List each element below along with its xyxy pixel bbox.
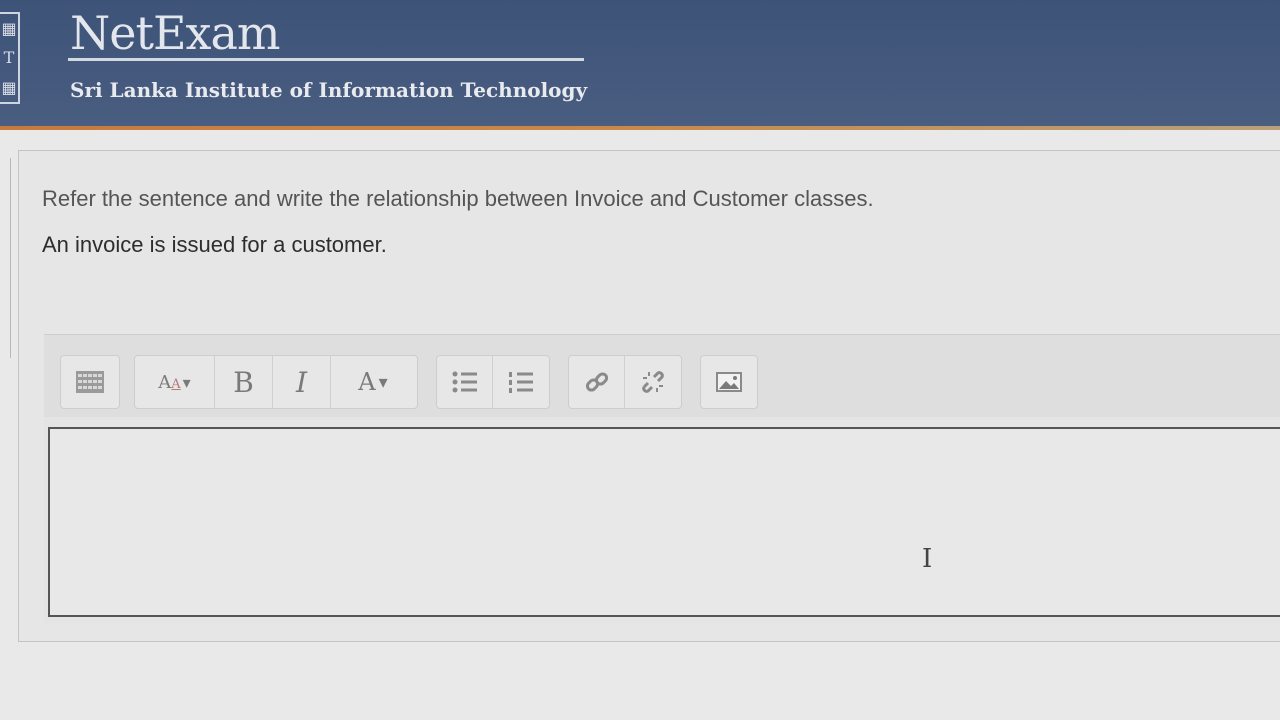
ordered-list-button[interactable] xyxy=(493,356,549,408)
logo-grid-icon: ▦ xyxy=(1,19,17,39)
brand-divider xyxy=(68,58,584,61)
font-size-label: A xyxy=(158,371,172,393)
answer-editor: AA ▾ B I A ▾ xyxy=(44,334,1280,623)
font-color-button[interactable]: A ▾ xyxy=(331,356,415,408)
brand-name: NetExam xyxy=(70,6,281,60)
link-icon xyxy=(585,372,608,392)
toggle-toolbar-group xyxy=(60,355,120,409)
logo-grid-icon: ▦ xyxy=(1,77,17,97)
link-button[interactable] xyxy=(569,356,625,408)
bold-icon: B xyxy=(233,365,254,399)
ordered-list-icon xyxy=(509,372,533,393)
bold-button[interactable]: B xyxy=(215,356,273,408)
link-group xyxy=(568,355,682,409)
chevron-down-icon: ▾ xyxy=(378,371,388,393)
left-panel-edge xyxy=(0,158,11,358)
font-size-icon: AA xyxy=(158,371,181,393)
logo: ▦ T ▦ xyxy=(0,12,20,104)
font-size-button[interactable]: AA ▾ xyxy=(135,356,215,408)
toggle-toolbar-icon xyxy=(76,371,104,393)
header-accent-rule xyxy=(0,126,1280,130)
font-color-icon: A xyxy=(358,368,376,396)
logo-letter: T xyxy=(3,48,15,68)
list-group xyxy=(436,355,550,409)
insert-image-button[interactable] xyxy=(701,356,757,408)
image-group xyxy=(700,355,758,409)
question-sentence: An invoice is issued for a customer. xyxy=(42,232,387,257)
unlink-icon xyxy=(642,371,664,393)
question-instruction: Refer the sentence and write the relatio… xyxy=(42,186,874,211)
image-icon xyxy=(716,372,742,392)
answer-text-area[interactable] xyxy=(48,427,1280,617)
italic-button[interactable]: I xyxy=(273,356,331,408)
site-header: ▦ T ▦ NetExam Sri Lanka Institute of Inf… xyxy=(0,0,1280,130)
unordered-list-icon xyxy=(452,371,477,393)
toggle-toolbar-button[interactable] xyxy=(61,356,119,408)
text-cursor-icon: I xyxy=(922,544,933,574)
italic-icon: I xyxy=(295,365,308,399)
institute-name: Sri Lanka Institute of Information Techn… xyxy=(70,78,588,102)
unordered-list-button[interactable] xyxy=(437,356,493,408)
editor-toolbar: AA ▾ B I A ▾ xyxy=(44,335,1280,417)
unlink-button[interactable] xyxy=(625,356,681,408)
format-group: AA ▾ B I A ▾ xyxy=(134,355,418,409)
chevron-down-icon: ▾ xyxy=(182,372,191,392)
